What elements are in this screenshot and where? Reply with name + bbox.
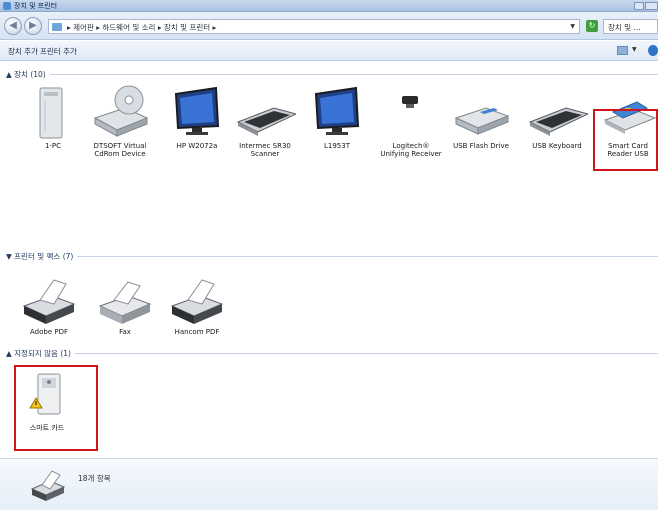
divider [6, 353, 658, 354]
breadcrumb-path[interactable]: ▸ 제어판 ▸ 하드웨어 및 소리 ▸ 장치 및 프린터 ▸ [67, 22, 216, 33]
item-count: 18개 항목 [78, 474, 111, 483]
printer-icon [166, 276, 228, 326]
group-header-unspecified[interactable]: ▲ 지정되지 않음 (1) [6, 348, 658, 359]
content-area: ▲ 장치 (10) 1-PC DTSOFT Virtual CdRom Devi… [0, 62, 658, 458]
refresh-icon[interactable]: ↻ [586, 20, 598, 32]
add-device-button[interactable]: 장치 추가 [8, 46, 38, 57]
tower-pc-icon [22, 82, 84, 140]
minimize-button[interactable] [634, 2, 644, 10]
cd-drive-icon [89, 82, 151, 140]
app-icon [3, 2, 11, 10]
device-label: Logitech® Unifying Receiver [380, 142, 442, 158]
device-label: HP W2072a [176, 142, 218, 150]
device-label: Intermec SR30 Scanner [239, 142, 291, 158]
keyboard-icon [526, 82, 590, 140]
control-panel-icon [52, 23, 62, 31]
device-item[interactable]: HP W2072a [166, 82, 228, 150]
divider [6, 74, 658, 75]
fax-icon [94, 276, 156, 326]
chevron-down-icon[interactable]: ▼ [632, 46, 637, 53]
device-item[interactable]: USB Flash Drive [450, 82, 512, 150]
title-bar: 장치 및 프린터 [0, 0, 658, 12]
device-item[interactable]: 1-PC [22, 82, 84, 150]
group-label-printers: ▼ 프린터 및 팩스 (7) [6, 251, 78, 262]
breadcrumb[interactable]: ▸ 제어판 ▸ 하드웨어 및 소리 ▸ 장치 및 프린터 ▸ ▼ [48, 19, 580, 34]
device-label: L1953T [324, 142, 350, 150]
usb-receiver-icon [380, 82, 442, 140]
highlight-box [593, 109, 658, 171]
device-item[interactable]: DTSOFT Virtual CdRom Device [89, 82, 151, 158]
printer-item[interactable]: Hancom PDF [166, 276, 228, 336]
maximize-button[interactable] [645, 2, 658, 10]
search-input[interactable]: 장치 및 ... [603, 19, 658, 34]
divider [6, 256, 658, 257]
group-header-printers[interactable]: ▼ 프린터 및 팩스 (7) [6, 251, 658, 262]
view-options-icon[interactable] [617, 46, 628, 55]
forward-button[interactable]: ▶ [24, 17, 42, 35]
printer-icon [18, 276, 80, 326]
highlight-box [14, 365, 98, 451]
devices-printers-icon [28, 467, 68, 505]
device-item[interactable]: L1953T [306, 82, 368, 150]
monitor-icon [166, 82, 228, 140]
device-item[interactable]: USB Keyboard [526, 82, 590, 150]
add-printer-button[interactable]: 프린터 추가 [40, 46, 77, 57]
printer-label: Hancom PDF [174, 328, 220, 336]
device-label: USB Flash Drive [453, 142, 509, 150]
command-bar: 장치 추가 프린터 추가 ▼ [0, 41, 658, 61]
group-label-unspecified: ▲ 지정되지 않음 (1) [6, 348, 75, 359]
device-label: 1-PC [44, 142, 62, 150]
device-label: DTSOFT Virtual CdRom Device [93, 142, 147, 158]
device-label: USB Keyboard [532, 142, 582, 150]
drive-icon [450, 82, 512, 140]
printer-item[interactable]: Adobe PDF [18, 276, 80, 336]
printer-label: Adobe PDF [29, 328, 68, 336]
help-icon[interactable] [648, 45, 658, 56]
group-header-devices[interactable]: ▲ 장치 (10) [6, 69, 658, 80]
device-item[interactable]: Logitech® Unifying Receiver [380, 82, 442, 158]
monitor-icon [306, 82, 368, 140]
group-label-devices: ▲ 장치 (10) [6, 69, 50, 80]
back-arrow-icon: ◀ [9, 20, 17, 31]
device-item[interactable]: Intermec SR30 Scanner [234, 82, 298, 158]
back-button[interactable]: ◀ [4, 17, 22, 35]
forward-arrow-icon: ▶ [29, 20, 37, 31]
window-title: 장치 및 프린터 [14, 2, 58, 10]
printer-item[interactable]: Fax [94, 276, 156, 336]
keyboard-icon [234, 82, 298, 140]
address-bar: ◀ ▶ ▸ 제어판 ▸ 하드웨어 및 소리 ▸ 장치 및 프린터 ▸ ▼ ↻ 장… [0, 12, 658, 40]
chevron-down-icon[interactable]: ▼ [570, 23, 575, 30]
printer-label: Fax [119, 328, 131, 336]
details-pane: 18개 항목 [0, 458, 658, 510]
